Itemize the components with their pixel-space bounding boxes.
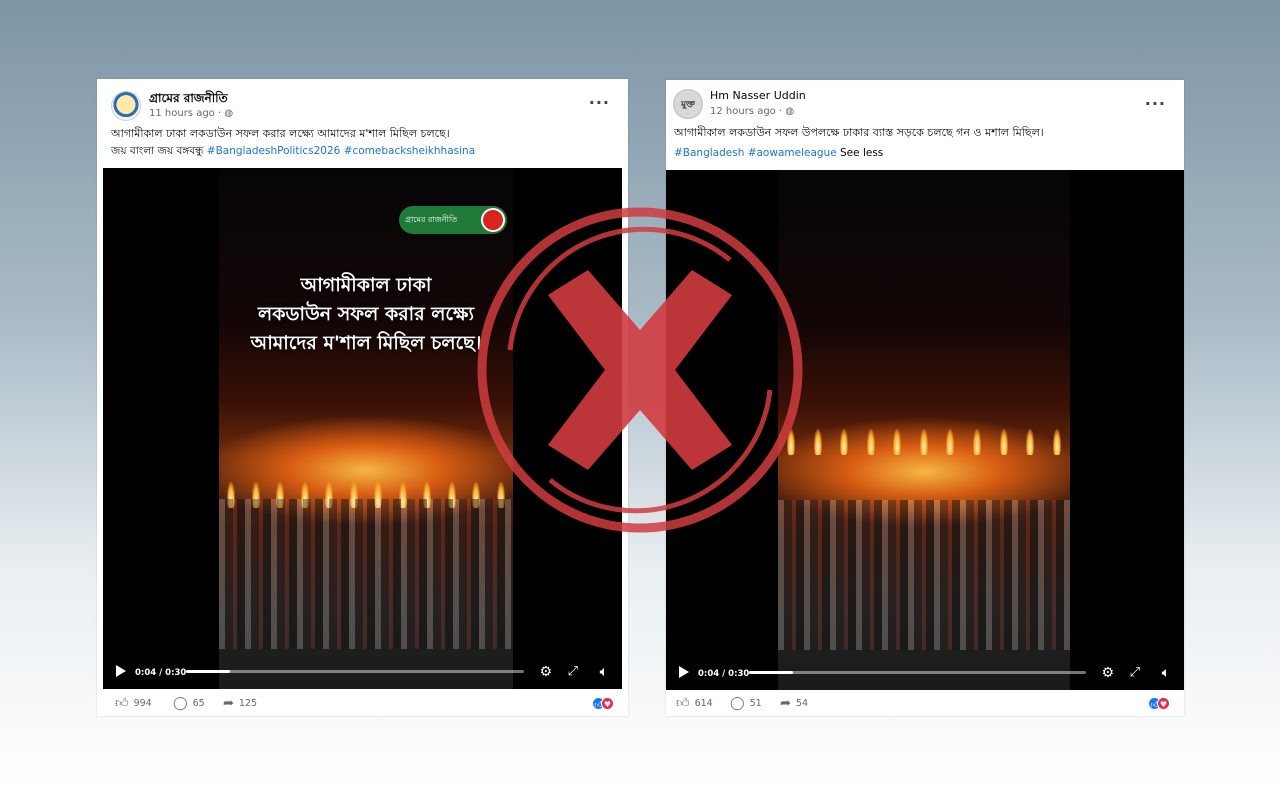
share-icon: ➦ — [780, 696, 791, 711]
progress-bar[interactable] — [186, 670, 524, 673]
video-controls: 0:04 / 0:30 ⚙ ⤢ 🔈︎ — [103, 649, 622, 689]
post-hashtags: #Bangladesh #aowameleague See less — [666, 144, 1184, 162]
comment-icon: ◯ — [173, 696, 188, 711]
video-frame — [219, 168, 513, 689]
gear-icon[interactable]: ⚙ — [1101, 665, 1114, 681]
post-caption: আগামীকাল ঢাকা লকডাউন সফল করার লক্ষ্যে আম… — [111, 127, 450, 140]
like-button[interactable]: 👍︎ 994 — [115, 696, 152, 711]
share-button[interactable]: ➦ 54 — [780, 696, 808, 711]
comment-icon: ◯ — [730, 696, 745, 711]
volume-icon[interactable]: 🔈︎ — [600, 664, 608, 680]
post-caption: আগামীকাল লকডাউন সফল উপলক্ষে ঢাকার ব্যাস্… — [674, 126, 1044, 139]
page-avatar[interactable] — [111, 91, 141, 121]
post-meta: 12 hours ago · ◍ — [710, 106, 795, 117]
reaction-badges[interactable]: 👍︎ ♥ — [592, 697, 614, 710]
globe-icon: ◍ — [224, 108, 234, 119]
hashtag-link[interactable]: #aowameleague — [748, 147, 837, 159]
hashtag-link[interactable]: #Bangladesh — [674, 147, 744, 159]
more-options-icon[interactable]: ··· — [1145, 94, 1166, 113]
globe-icon: ◍ — [785, 106, 795, 117]
love-reaction-icon: ♥ — [1157, 697, 1170, 710]
play-icon[interactable] — [116, 665, 126, 677]
video-overlay-text: আগামীকাল ঢাকা লকডাউন সফল করার লক্ষ্যে আম… — [250, 274, 482, 354]
progress-fill — [749, 671, 793, 674]
see-less-link[interactable]: See less — [840, 147, 883, 159]
thumbs-up-icon: 👍︎ — [115, 696, 129, 711]
love-reaction-icon: ♥ — [601, 697, 614, 710]
video-time: 0:04 / 0:30 — [698, 669, 750, 679]
reaction-badges[interactable]: 👍︎ ♥ — [1148, 697, 1170, 710]
post-hashtags: জয় বাংলা জয় বঙ্গবন্ধু #BangladeshPolit… — [97, 142, 628, 160]
post-meta: 11 hours ago · ◍ — [149, 108, 234, 119]
video-time: 0:04 / 0:30 — [135, 668, 187, 678]
false-claim-x-icon — [477, 207, 803, 533]
more-options-icon[interactable]: ··· — [589, 93, 610, 112]
play-icon[interactable] — [679, 666, 689, 678]
crowd — [219, 499, 513, 649]
comment-button[interactable]: ◯ 51 — [730, 696, 762, 711]
reaction-bar: 👍︎ 614 ◯ 51 ➦ 54 👍︎ ♥ — [666, 690, 1184, 716]
reaction-bar: 👍︎ 994 ◯ 65 ➦ 125 👍︎ ♥ — [97, 690, 628, 716]
post-header: মুক্ত Hm Nasser Uddin 12 hours ago · ◍ ·… — [666, 80, 1184, 126]
progress-fill — [186, 670, 230, 673]
profile-avatar[interactable]: মুক্ত — [673, 89, 703, 119]
author-name[interactable]: Hm Nasser Uddin — [710, 89, 806, 102]
video-frame — [778, 170, 1070, 690]
post-time[interactable]: 11 hours ago — [149, 108, 215, 119]
hashtag-link[interactable]: #BangladeshPolitics2026 — [207, 145, 341, 157]
crowd — [778, 500, 1070, 650]
caption-prefix: জয় বাংলা জয় বঙ্গবন্ধু — [111, 145, 204, 157]
post-time[interactable]: 12 hours ago — [710, 106, 776, 117]
expand-icon[interactable]: ⤢ — [1130, 665, 1140, 681]
like-button[interactable]: 👍︎ 614 — [676, 696, 713, 711]
comment-button[interactable]: ◯ 65 — [173, 696, 205, 711]
share-icon: ➦ — [223, 696, 234, 711]
torch-row — [778, 415, 1070, 455]
expand-icon[interactable]: ⤢ — [568, 664, 578, 680]
hashtag-link[interactable]: #comebacksheikhhasina — [344, 145, 475, 157]
post-header: গ্রামের রাজনীতি 11 hours ago · ◍ ··· — [97, 79, 628, 125]
progress-bar[interactable] — [749, 671, 1086, 674]
video-controls: 0:04 / 0:30 ⚙ ⤢ 🔈︎ — [666, 650, 1184, 690]
share-button[interactable]: ➦ 125 — [223, 696, 257, 711]
thumbs-up-icon: 👍︎ — [676, 696, 690, 711]
gear-icon[interactable]: ⚙ — [539, 664, 552, 680]
author-name[interactable]: গ্রামের রাজনীতি — [149, 90, 228, 110]
volume-icon[interactable]: 🔈︎ — [1162, 665, 1170, 681]
